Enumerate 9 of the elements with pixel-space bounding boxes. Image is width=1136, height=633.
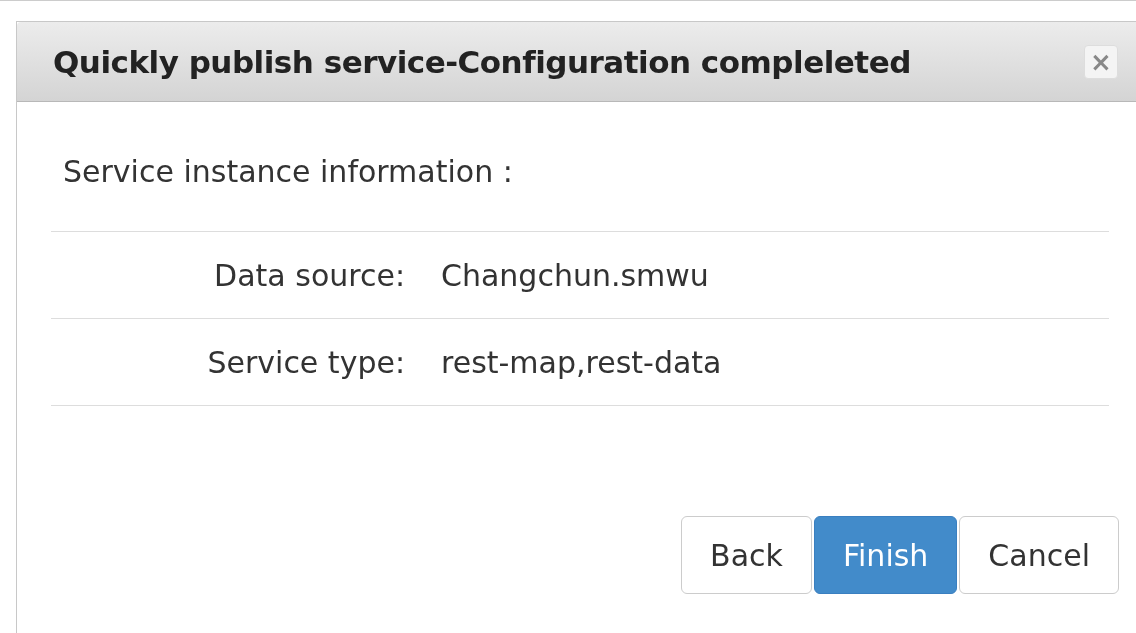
dialog-button[interactable]: Back — [681, 516, 812, 594]
dialog-button[interactable]: Cancel — [959, 516, 1119, 594]
field-label: Service type: — [206, 344, 405, 380]
field-value: rest-map,rest-data — [441, 344, 722, 380]
dialog-title: Quickly publish service-Configuration compleleted — [53, 43, 911, 80]
field-value: Changchun.smwu — [441, 257, 709, 293]
field-label: Data source: — [213, 257, 405, 293]
dialog-button[interactable]: Finish — [813, 516, 958, 594]
section-heading: Service instance information : — [51, 102, 1109, 232]
